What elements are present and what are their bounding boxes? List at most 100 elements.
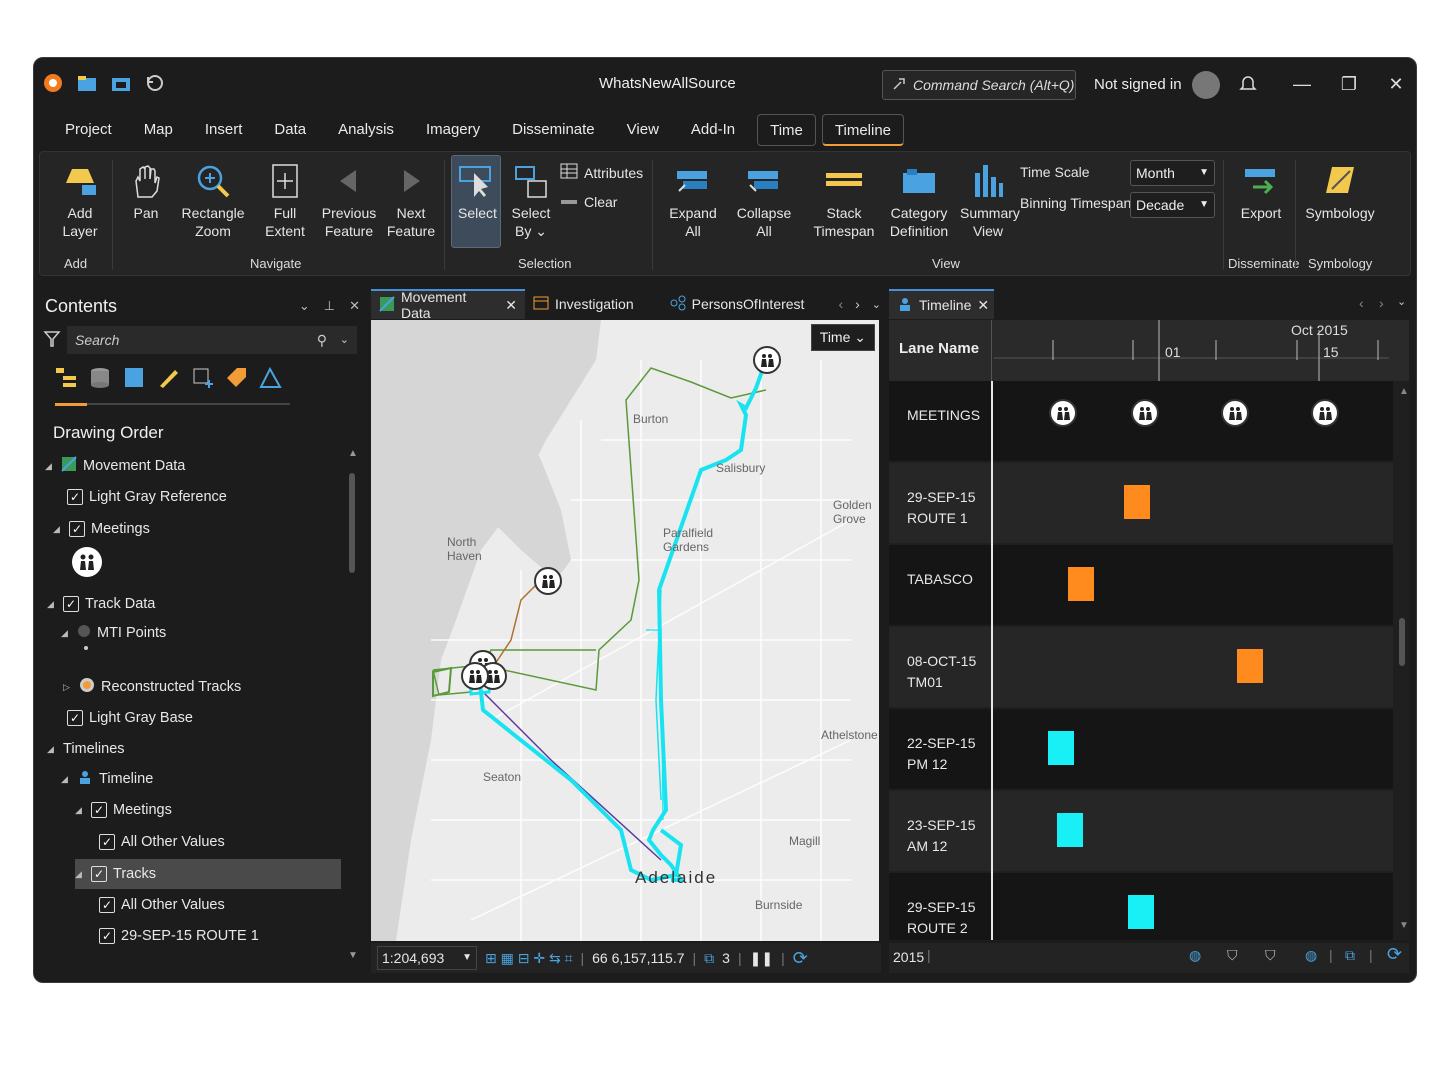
selection-list-icon[interactable] (123, 366, 146, 389)
filter-icon[interactable]: ⛉ (1227, 947, 1238, 964)
chevron-right-icon[interactable]: › (855, 296, 860, 312)
scroll-up-icon[interactable]: ▲ (1399, 386, 1409, 397)
timeline-event-marker[interactable] (1048, 731, 1074, 765)
sync-icon[interactable]: ⧉ (1345, 947, 1355, 964)
perspective-icon[interactable] (259, 366, 282, 389)
timeline-lane[interactable]: 08-OCT-15 TM01 (889, 627, 1393, 707)
tree-timeline[interactable]: ◢ Timeline (61, 768, 153, 790)
tab-investigation[interactable]: Investigation (525, 289, 642, 319)
timeline-lane[interactable]: TABASCO (889, 545, 1393, 625)
export-button[interactable]: Export (1236, 160, 1286, 222)
meeting-marker-icon[interactable] (534, 567, 562, 595)
tree-light-gray-base[interactable]: ✓ Light Gray Base (67, 707, 193, 729)
next-feature-button[interactable]: Next Feature (386, 160, 436, 240)
collapse-triangle-icon[interactable]: ◢ (61, 628, 71, 639)
tree-meetings[interactable]: ◢ ✓ Meetings (53, 518, 150, 540)
timeline-lane[interactable]: 29-SEP-15 ROUTE 1 (889, 463, 1393, 543)
tab-disseminate[interactable]: Disseminate (496, 114, 611, 146)
tab-project[interactable]: Project (49, 114, 128, 146)
attributes-button[interactable]: Attributes (560, 163, 643, 182)
tree-movement-data[interactable]: ◢ Movement Data (45, 455, 185, 477)
timeline-event-marker[interactable] (1237, 649, 1263, 683)
tree-timelines[interactable]: ◢ Timelines (47, 738, 125, 760)
tab-timeline[interactable]: Timeline (821, 114, 905, 146)
collapse-triangle-icon[interactable]: ◢ (75, 805, 85, 816)
restore-button[interactable]: ❐ (1337, 72, 1361, 96)
meeting-event-icon[interactable] (1131, 399, 1159, 427)
chevron-right-icon[interactable]: › (1379, 295, 1384, 311)
snapping-icon[interactable] (191, 366, 214, 389)
clear-button[interactable]: Clear (560, 194, 617, 210)
timeline-lane[interactable]: 22-SEP-15 PM 12 (889, 709, 1393, 789)
close-icon[interactable]: ✕ (505, 297, 517, 314)
checkbox[interactable]: ✓ (63, 596, 79, 612)
tree-timeline-meetings[interactable]: ◢ ✓ Meetings (75, 799, 172, 821)
close-button[interactable]: ✕ (1384, 72, 1408, 96)
filter-icon[interactable] (43, 330, 61, 351)
meeting-marker-icon[interactable] (753, 346, 781, 374)
refresh-icon[interactable]: ⟳ (1387, 944, 1402, 965)
search-icon[interactable]: ⚲ (317, 326, 327, 354)
rectangle-zoom-button[interactable]: Rectangle Zoom (178, 160, 248, 240)
tab-analysis[interactable]: Analysis (322, 114, 410, 146)
tab-view[interactable]: View (611, 114, 675, 146)
timeline-event-marker[interactable] (1128, 895, 1154, 929)
meeting-event-icon[interactable] (1221, 399, 1249, 427)
timeline-view[interactable]: Lane Name Oct 2015 01 15 MEETINGS 29-SEP-… (889, 320, 1409, 940)
tree-reconstructed-tracks[interactable]: ▷ Reconstructed Tracks (63, 676, 241, 698)
globe-icon[interactable]: ◍ (1189, 947, 1201, 964)
chevron-down-icon[interactable]: ⌄ (299, 298, 310, 314)
notification-bell-icon[interactable] (1238, 73, 1258, 96)
tree-track-data[interactable]: ◢ ✓ Track Data (47, 593, 155, 615)
collapse-triangle-icon[interactable]: ◢ (61, 774, 71, 785)
tab-time[interactable]: Time (757, 114, 816, 146)
add-layer-button[interactable]: Add Layer (52, 160, 108, 240)
chevron-down-icon[interactable]: ⌄ (872, 298, 881, 311)
checkbox[interactable]: ✓ (67, 489, 83, 505)
checkbox[interactable]: ✓ (99, 928, 115, 944)
timeline-lane[interactable]: 23-SEP-15 AM 12 (889, 791, 1393, 871)
tree-mti-points[interactable]: ◢ MTI Points (61, 622, 166, 644)
checkbox[interactable]: ✓ (67, 710, 83, 726)
timeline-event-marker[interactable] (1057, 813, 1083, 847)
previous-feature-button[interactable]: Previous Feature (320, 160, 378, 240)
chevron-left-icon[interactable]: ‹ (1359, 295, 1364, 311)
tree-all-other-values-2[interactable]: ✓ All Other Values (99, 894, 225, 916)
command-search[interactable]: Command Search (Alt+Q) (882, 70, 1076, 100)
timeline-lane[interactable]: 29-SEP-15 ROUTE 2 (889, 873, 1393, 940)
meeting-event-icon[interactable] (1311, 399, 1339, 427)
close-icon[interactable]: ✕ (977, 297, 989, 314)
tab-imagery[interactable]: Imagery (410, 114, 496, 146)
data-source-icon[interactable] (89, 366, 112, 389)
selected-features-icon[interactable]: ⧉ (704, 950, 714, 967)
scroll-up-icon[interactable]: ▲ (348, 448, 358, 459)
map-view[interactable]: Burton Salisbury Golden Grove Paralfield… (371, 320, 879, 941)
pause-drawing-icon[interactable]: ❚❚ (750, 950, 773, 967)
timeline-event-marker[interactable] (1124, 485, 1150, 519)
minimize-button[interactable]: — (1290, 72, 1314, 96)
chevron-down-icon[interactable]: ⌄ (1397, 295, 1406, 308)
select-by-button[interactable]: Select By ⌄ (508, 160, 554, 240)
timeline-lane[interactable]: MEETINGS (889, 381, 1393, 461)
tab-data[interactable]: Data (258, 114, 322, 146)
expand-triangle-icon[interactable]: ▷ (63, 682, 73, 693)
undo-icon[interactable] (144, 72, 166, 94)
contents-search-input[interactable]: Search ⚲ ⌄ (67, 326, 357, 354)
time-scale-dropdown[interactable]: Month ▼ (1130, 160, 1215, 186)
refresh-icon[interactable]: ⟳ (793, 948, 808, 969)
checkbox[interactable]: ✓ (91, 866, 107, 882)
chevron-left-icon[interactable]: ‹ (838, 296, 843, 312)
extent-icon[interactable]: ◍ (1305, 947, 1317, 964)
meeting-marker-icon[interactable] (461, 662, 489, 690)
tree-all-other-values-1[interactable]: ✓ All Other Values (99, 831, 225, 853)
checkbox[interactable]: ✓ (69, 521, 85, 537)
checkbox[interactable]: ✓ (91, 802, 107, 818)
app-logo-icon[interactable] (42, 72, 64, 94)
tree-tracks[interactable]: ◢ ✓ Tracks (75, 859, 341, 889)
tab-timeline-pane[interactable]: Timeline ✕ (889, 289, 994, 319)
collapse-triangle-icon[interactable]: ◢ (53, 524, 63, 535)
collapse-triangle-icon[interactable]: ◢ (47, 744, 57, 755)
category-definition-button[interactable]: Category Definition (888, 160, 950, 240)
binning-timespan-dropdown[interactable]: Decade ▼ (1130, 192, 1215, 218)
avatar[interactable] (1192, 71, 1220, 99)
